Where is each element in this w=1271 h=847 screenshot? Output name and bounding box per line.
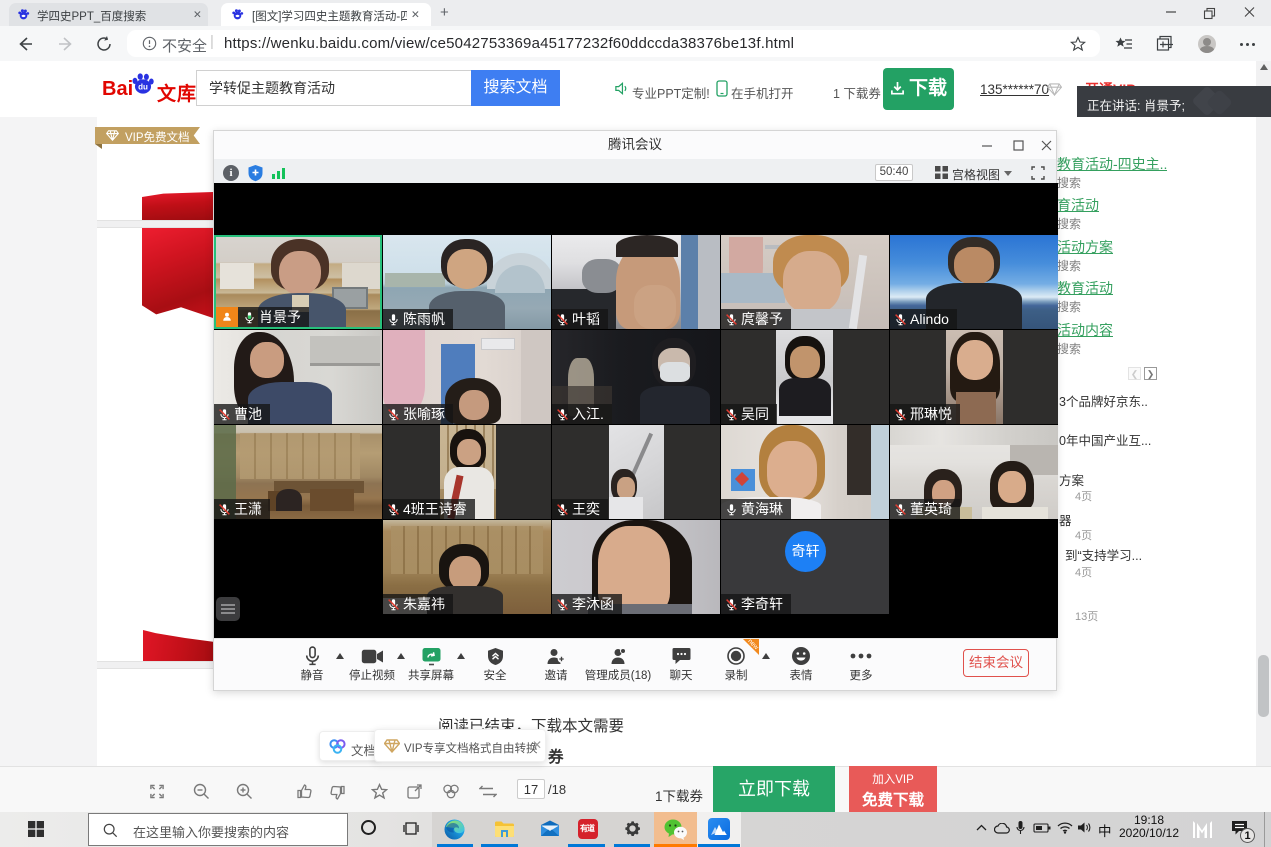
svg-text:du: du: [138, 83, 148, 92]
